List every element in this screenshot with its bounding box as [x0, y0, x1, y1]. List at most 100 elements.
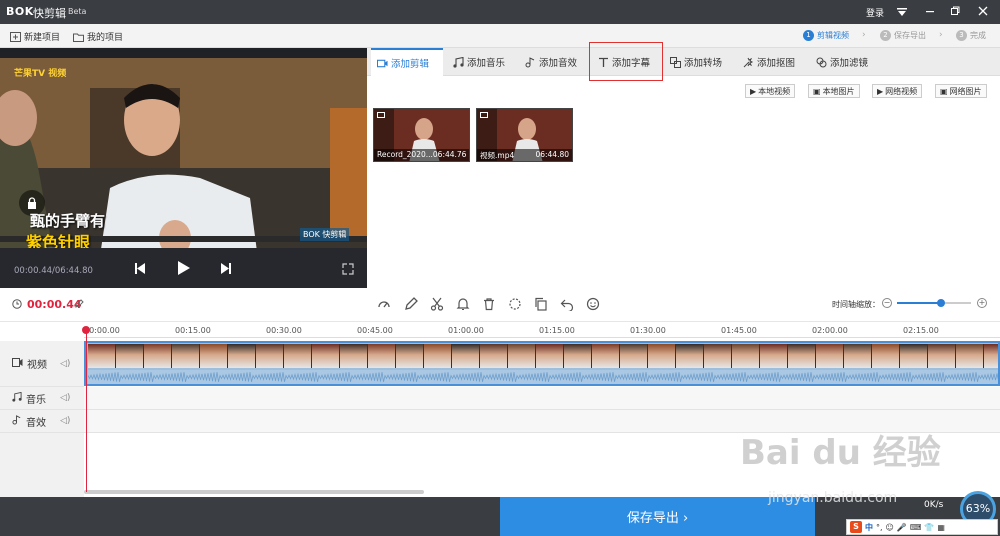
skin-icon[interactable]: 👕: [924, 523, 934, 532]
punctuation-icon[interactable]: °,: [876, 523, 883, 532]
tab-add-music[interactable]: 添加音乐: [447, 48, 519, 76]
highlight-annotation-box: [589, 42, 663, 81]
filmstrip-frame: [200, 344, 228, 368]
speaker-icon[interactable]: ◁): [60, 416, 70, 426]
filmstrip-frame: [256, 344, 284, 368]
play-square-icon: ▶: [750, 86, 757, 96]
filmstrip-frame: [900, 344, 928, 368]
video-camera-icon: [377, 59, 388, 67]
tab-label: 添加滤镜: [830, 58, 869, 69]
ruler-tick-label: 02:15.00: [903, 326, 939, 335]
ruler-tick-label: 00:45.00: [357, 326, 393, 335]
music-track-lane[interactable]: [84, 387, 1000, 410]
track-label-filler: [0, 433, 84, 497]
image-icon: ▣: [940, 86, 948, 96]
undo-icon[interactable]: [560, 297, 574, 313]
close-icon[interactable]: [974, 3, 992, 21]
filmstrip-frame: [88, 344, 116, 368]
microphone-icon[interactable]: 🎤: [897, 523, 907, 532]
playhead-line[interactable]: [86, 327, 87, 492]
web-image-button[interactable]: ▣ 网络图片: [935, 84, 987, 98]
minimize-icon[interactable]: [921, 3, 939, 21]
current-time: 00:00.44: [27, 298, 82, 311]
sticker-icon[interactable]: [586, 297, 600, 311]
login-link[interactable]: 登录: [866, 6, 884, 19]
network-rate: 0K/s: [924, 500, 944, 510]
ruler-tick-label: 02:00.00: [812, 326, 848, 335]
previous-frame-icon[interactable]: [135, 263, 145, 277]
local-video-button[interactable]: ▶ 本地视频: [745, 84, 796, 98]
tab-label: 添加转场: [684, 58, 723, 69]
keyboard-icon[interactable]: ⌨: [910, 523, 922, 532]
sound-effect-icon: [12, 414, 22, 428]
my-projects-button[interactable]: 我的项目: [73, 30, 123, 43]
crop-icon[interactable]: [508, 297, 522, 311]
ruler-tick-label: 01:15.00: [539, 326, 575, 335]
channel-logo: 芒果TV 视频: [14, 69, 67, 79]
tab-add-clip[interactable]: 添加剪辑: [371, 48, 443, 76]
waveform-graphic: [87, 372, 999, 382]
maximize-icon[interactable]: [946, 3, 964, 21]
filmstrip-frame: [116, 344, 144, 368]
pencil-icon[interactable]: [404, 297, 418, 311]
tab-add-sfx[interactable]: 添加音效: [519, 48, 591, 76]
edit-time-icon[interactable]: [75, 299, 84, 311]
clip-duration: 06:44.76: [432, 150, 467, 159]
asset-tabs: 添加剪辑 添加音乐 添加音效 添加字幕 添加转场 添加抠图 添加滤镜: [367, 48, 1000, 76]
filmstrip-frame: [844, 344, 872, 368]
emoji-icon[interactable]: ☺: [886, 523, 894, 532]
fullscreen-icon[interactable]: [342, 263, 354, 278]
cutout-icon: [743, 57, 754, 67]
ime-toolbar[interactable]: S 中 °, ☺ 🎤 ⌨ 👕 ▦: [846, 519, 998, 535]
speed-icon[interactable]: [377, 297, 391, 311]
ime-language[interactable]: 中: [865, 522, 873, 533]
tab-add-cutout[interactable]: 添加抠图: [737, 48, 809, 76]
grid-menu-icon[interactable]: ▦: [937, 523, 945, 532]
media-clip[interactable]: Record_2020... 06:44.76: [373, 108, 470, 162]
ruler-tick-label: 01:45.00: [721, 326, 757, 335]
plus-box-icon: [10, 31, 21, 42]
filmstrip-frame: [144, 344, 172, 368]
zoom-in-icon[interactable]: +: [977, 298, 987, 308]
play-icon[interactable]: [178, 261, 190, 278]
ruler-tick-label: 01:30.00: [630, 326, 666, 335]
next-frame-icon[interactable]: [221, 263, 231, 277]
timeline-ruler[interactable]: 00:00.00 00:15.00 00:30.00 00:45.00 01:0…: [84, 322, 1000, 340]
playback-timecode: 00:00.44/06:44.80: [14, 266, 93, 276]
baidu-watermark: Bai du 经验: [740, 433, 941, 473]
speaker-icon[interactable]: ◁): [60, 393, 70, 403]
beta-badge: Beta: [68, 7, 87, 16]
horizontal-scrollbar[interactable]: [84, 490, 424, 494]
tab-add-transition[interactable]: 添加转场: [664, 48, 736, 76]
play-square-icon: ▶: [877, 86, 884, 96]
filmstrip: [88, 344, 998, 368]
trash-icon[interactable]: [482, 297, 496, 311]
new-project-button[interactable]: 新建项目: [10, 30, 60, 43]
sound-effect-icon: [525, 56, 535, 67]
filmstrip-frame: [368, 344, 396, 368]
tab-add-filter[interactable]: 添加滤镜: [810, 48, 882, 76]
media-clip[interactable]: 视频.mp4 06:44.80: [476, 108, 573, 162]
filmstrip-frame: [984, 344, 998, 368]
menu-icon[interactable]: [893, 3, 911, 21]
clip-caption: Record_2020... 06:44.76: [374, 149, 469, 161]
zoom-slider-handle[interactable]: [937, 299, 945, 307]
zoom-label: 时间轴缩放：: [832, 300, 880, 309]
track-name: 视频: [27, 360, 47, 371]
web-video-button[interactable]: ▶ 网络视频: [872, 84, 923, 98]
speaker-icon[interactable]: ◁): [60, 359, 70, 369]
zoom-slider[interactable]: [897, 299, 971, 307]
filter-icon: [816, 57, 827, 67]
subtitle-line1: 甄的手臂有: [30, 212, 106, 230]
local-image-button[interactable]: ▣ 本地图片: [808, 84, 860, 98]
video-track-clip[interactable]: [84, 341, 1000, 386]
bell-icon[interactable]: [456, 297, 470, 311]
video-track-icon: [12, 357, 23, 370]
scissors-icon[interactable]: [430, 297, 444, 311]
track-name: 音效: [26, 417, 46, 429]
new-project-label: 新建项目: [24, 33, 61, 43]
playhead-handle[interactable]: [82, 326, 90, 334]
zoom-out-icon[interactable]: −: [882, 298, 892, 308]
filmstrip-frame: [956, 344, 984, 368]
copy-icon[interactable]: [534, 297, 548, 311]
